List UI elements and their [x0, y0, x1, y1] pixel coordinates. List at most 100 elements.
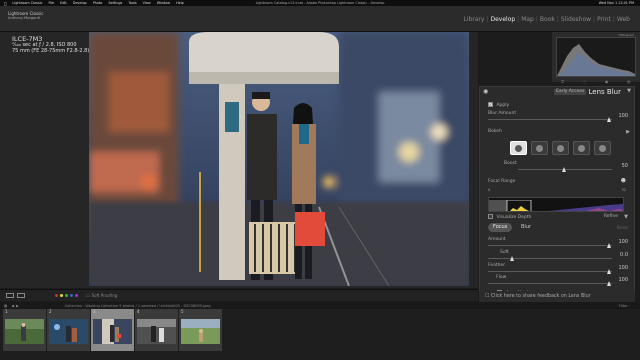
filmstrip-breadcrumb[interactable]: Collection : Working Collection 5 photos… [65, 304, 211, 308]
menu-window[interactable]: Window [157, 1, 170, 5]
feather-slider[interactable]: Feather 100 [488, 263, 628, 275]
module-web[interactable]: Web [615, 16, 632, 23]
bokeh-ring-button[interactable] [573, 141, 590, 155]
blur-amount-label: Blur Amount [488, 111, 517, 116]
apple-icon[interactable]:  [4, 1, 6, 6]
bokeh-bubble-button[interactable] [531, 141, 548, 155]
thumbnail [181, 319, 220, 344]
bokeh-blade-button[interactable] [552, 141, 569, 155]
blur-amount-track[interactable] [488, 119, 612, 120]
apply-label: Apply [496, 103, 510, 108]
amount-thumb[interactable] [607, 243, 611, 248]
amount-value[interactable]: 100 [618, 239, 628, 245]
lens-blur-header[interactable]: ◉ Early Access Lens Blur ▼ [480, 87, 634, 97]
heal-icon[interactable]: ◌ [582, 79, 586, 84]
module-book[interactable]: Book [538, 16, 557, 23]
mask-icon[interactable]: ◍ [627, 79, 631, 84]
module-bar: Lightroom Classic Anthony Morganti Libra… [0, 6, 640, 32]
bokeh-expand-icon[interactable]: ▶ [626, 129, 630, 135]
blur-amount-value[interactable]: 100 [618, 113, 628, 119]
main-photo[interactable] [89, 32, 469, 286]
tab-focus[interactable]: Focus [488, 223, 513, 232]
menu-help[interactable]: Help [176, 1, 184, 5]
menu-app[interactable]: Lightroom Classic [12, 1, 42, 5]
visualize-row[interactable]: Visualize Depth Refine ▼ [488, 214, 628, 220]
apply-checkbox[interactable]: ✓ [488, 102, 493, 107]
visualize-depth-checkbox[interactable] [488, 214, 493, 219]
menu-photo[interactable]: Photo [93, 1, 103, 5]
loupe-view-icon[interactable] [6, 293, 14, 298]
module-map[interactable]: Map [519, 16, 536, 23]
menu-file[interactable]: File [48, 1, 54, 5]
soft-proofing-checkbox[interactable]: ☐ [86, 293, 90, 298]
filmstrip-thumb-2[interactable]: 2 [47, 309, 90, 351]
flow-thumb[interactable] [607, 281, 611, 286]
module-develop[interactable]: Develop [488, 16, 517, 23]
flow-track[interactable] [488, 283, 612, 284]
filmstrip-thumb-1[interactable]: 1 [3, 309, 46, 351]
depth-histogram [489, 199, 623, 211]
purple-label-icon[interactable] [75, 294, 78, 297]
crop-icon[interactable]: ⌗ [561, 79, 563, 84]
menu-settings[interactable]: Settings [108, 1, 122, 5]
module-slideshow[interactable]: Slideshow [559, 16, 593, 23]
menu-develop[interactable]: Develop [73, 1, 87, 5]
blur-amount-thumb[interactable] [607, 117, 611, 122]
feather-thumb[interactable] [607, 269, 611, 274]
thumbnail [93, 319, 132, 344]
redeye-icon[interactable]: ◉ [605, 79, 609, 84]
green-label-icon[interactable] [65, 294, 68, 297]
filter-label[interactable]: Filter : [619, 304, 630, 308]
collapse-triangle-icon[interactable]: ▼ [627, 88, 631, 94]
thumb-number: 2 [49, 309, 52, 314]
red-label-icon[interactable] [55, 294, 58, 297]
histogram-graph[interactable] [556, 37, 636, 77]
module-print[interactable]: Print [595, 16, 613, 23]
boost-slider[interactable]: Boost 50 [488, 161, 628, 173]
flow-slider[interactable]: Flow 100 [488, 275, 628, 287]
tab-blur[interactable]: Blur [516, 223, 536, 232]
feather-value[interactable]: 100 [618, 265, 628, 271]
bokeh-circle-button[interactable] [510, 141, 527, 155]
menu-edit[interactable]: Edit [60, 1, 67, 5]
back-arrow-icon[interactable]: ◀ [11, 304, 14, 308]
filmstrip-thumb-5[interactable]: 5 [179, 309, 222, 351]
boost-thumb[interactable] [562, 167, 566, 172]
flow-value[interactable]: 100 [618, 277, 628, 283]
focal-range-graph[interactable] [488, 197, 624, 212]
module-library[interactable]: Library [461, 16, 486, 23]
soft-track[interactable] [488, 258, 612, 259]
soft-thumb[interactable] [510, 256, 514, 261]
before-after-icon[interactable] [17, 293, 25, 298]
amount-slider[interactable]: Amount 100 [488, 237, 628, 249]
feedback-label[interactable]: Click here to share feedback on Lens Blu… [491, 294, 591, 299]
soft-slider[interactable]: Soft 0.0 [488, 250, 628, 262]
bokeh-bubble-icon [536, 144, 543, 152]
refine-triangle-icon[interactable]: ▼ [624, 214, 628, 220]
feedback-bar[interactable]: ☐ Click here to share feedback on Lens B… [479, 291, 635, 302]
subject-focus-icon[interactable]: ☻ [621, 178, 626, 184]
filmstrip-thumb-4[interactable]: 4 [135, 309, 178, 351]
blur-amount-slider[interactable]: Blur Amount 100 [488, 111, 628, 123]
menu-view[interactable]: View [143, 1, 151, 5]
amount-track[interactable] [488, 245, 612, 246]
forward-arrow-icon[interactable]: ▶ [16, 304, 19, 308]
blue-label-icon[interactable] [70, 294, 73, 297]
histogram-image [557, 44, 635, 76]
boost-value[interactable]: 50 [622, 163, 628, 169]
bokeh-label: Bokeh [488, 129, 502, 134]
yellow-label-icon[interactable] [60, 294, 63, 297]
eye-icon[interactable]: ◉ [483, 88, 488, 95]
grid-view-icon[interactable]: ▦ [4, 304, 7, 308]
filmstrip-thumb-3[interactable]: 3 [91, 309, 134, 351]
window-title: Lightroom Catalog-v13.lrcat - Adobe Phot… [255, 1, 385, 5]
reset-link[interactable]: Reset [617, 225, 628, 230]
soft-value[interactable]: 0.0 [620, 252, 628, 258]
apply-row[interactable]: ✓ Apply [488, 102, 628, 108]
feather-track[interactable] [488, 271, 612, 272]
focal-range-scale: 0 32 [488, 188, 628, 192]
bokeh-cat-eye-button[interactable] [594, 141, 611, 155]
thumbnail [49, 319, 88, 344]
focal-range-row: Focal Range ☻ [488, 178, 628, 184]
menu-tools[interactable]: Tools [128, 1, 136, 5]
